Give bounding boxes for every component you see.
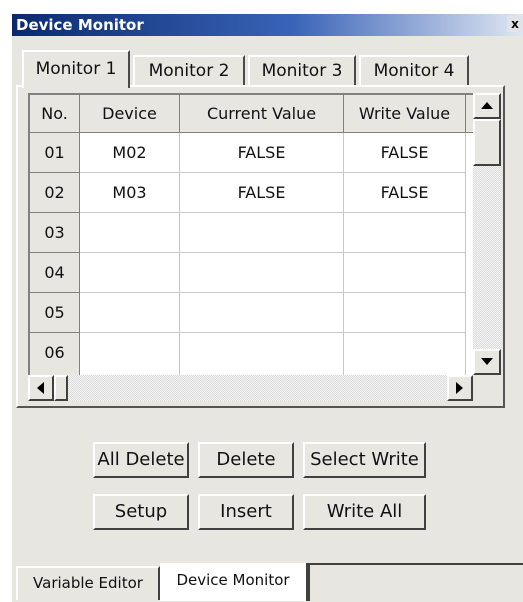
cell-current-value[interactable]: [180, 293, 344, 333]
scrollbar-corner: [473, 375, 501, 401]
cell-current-value[interactable]: FALSE: [180, 173, 344, 213]
cell-device[interactable]: [80, 213, 180, 253]
cell-device[interactable]: M02: [80, 133, 180, 173]
arrow-down-icon: [481, 358, 493, 365]
setup-button[interactable]: Setup: [93, 494, 189, 530]
cell-write-value[interactable]: [344, 253, 466, 293]
header-current-value: Current Value: [180, 95, 344, 133]
scroll-down-button[interactable]: [473, 349, 501, 375]
tab-monitor-3[interactable]: Monitor 3: [248, 55, 356, 87]
header-no: No.: [30, 95, 80, 133]
scroll-left-button[interactable]: [28, 375, 54, 401]
title-bar[interactable]: Device Monitor x: [12, 14, 523, 36]
arrow-up-icon: [481, 102, 493, 109]
cell-device[interactable]: M03: [80, 173, 180, 213]
tab-variable-editor[interactable]: Variable Editor: [16, 566, 160, 600]
cell-write-value[interactable]: FALSE: [344, 173, 466, 213]
tab-monitor-1[interactable]: Monitor 1: [22, 50, 130, 88]
tab-device-monitor[interactable]: Device Monitor: [160, 563, 308, 601]
tab-monitor-2[interactable]: Monitor 2: [133, 55, 245, 87]
row-number: 03: [30, 213, 80, 253]
window-title: Device Monitor: [16, 16, 144, 34]
scroll-up-button[interactable]: [473, 93, 501, 119]
row-number: 06: [30, 333, 80, 377]
horizontal-scroll-thumb[interactable]: [54, 375, 68, 401]
all-delete-button[interactable]: All Delete: [93, 442, 189, 478]
cell-current-value[interactable]: [180, 253, 344, 293]
horizontal-scrollbar[interactable]: [28, 375, 473, 401]
cell-current-value[interactable]: FALSE: [180, 133, 344, 173]
cell-current-value[interactable]: [180, 333, 344, 377]
close-button[interactable]: x: [507, 16, 523, 32]
tab-monitor-4[interactable]: Monitor 4: [359, 55, 469, 87]
header-device: Device: [80, 95, 180, 133]
row-number: 04: [30, 253, 80, 293]
cell-device[interactable]: [80, 253, 180, 293]
row-number: 01: [30, 133, 80, 173]
scroll-right-button[interactable]: [447, 375, 473, 401]
cell-device[interactable]: [80, 333, 180, 377]
device-table: No. Device Current Value Write Value 01 …: [28, 93, 475, 377]
cell-current-value[interactable]: [180, 213, 344, 253]
bottom-tab-area: [308, 563, 523, 601]
arrow-left-icon: [37, 382, 44, 394]
cell-write-value[interactable]: [344, 333, 466, 377]
cell-write-value[interactable]: [344, 213, 466, 253]
delete-button[interactable]: Delete: [198, 442, 294, 478]
select-write-button[interactable]: Select Write: [303, 442, 426, 478]
cell-write-value[interactable]: [344, 293, 466, 333]
row-number: 02: [30, 173, 80, 213]
vertical-scroll-thumb[interactable]: [473, 119, 501, 166]
header-write-value: Write Value: [344, 95, 466, 133]
insert-button[interactable]: Insert: [198, 494, 294, 530]
arrow-right-icon: [456, 382, 463, 394]
cell-device[interactable]: [80, 293, 180, 333]
row-number: 05: [30, 293, 80, 333]
cell-write-value[interactable]: FALSE: [344, 133, 466, 173]
write-all-button[interactable]: Write All: [303, 494, 426, 530]
